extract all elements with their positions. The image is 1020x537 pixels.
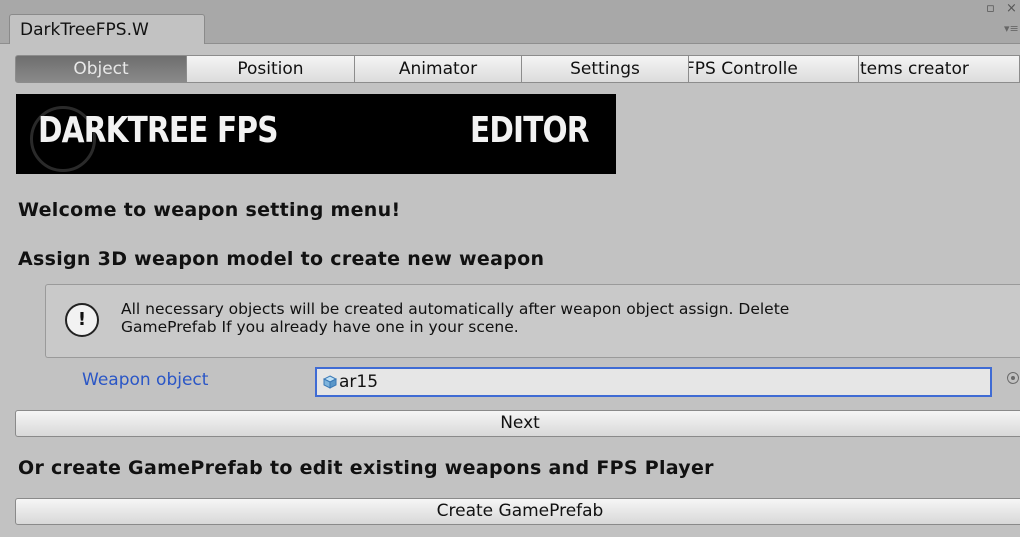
tab-label: FPS Controlle <box>689 59 798 79</box>
toolbar-tabs: Object Position Animator Settings FPS Co… <box>15 55 1020 83</box>
help-box: ! All necessary objects will be created … <box>45 284 1020 358</box>
help-line: GamePrefab If you already have one in yo… <box>121 318 519 336</box>
editor-banner: DARKTREE FPS EDITOR <box>16 94 616 174</box>
weapon-object-value: ar15 <box>339 372 379 392</box>
assign-heading: Assign 3D weapon model to create new wea… <box>18 248 545 270</box>
next-button[interactable]: Next <box>15 410 1020 437</box>
tab-label: Object <box>73 59 129 79</box>
close-icon[interactable]: × <box>1006 2 1017 16</box>
window-title-bar: DarkTreeFPS.W ▫ × ▾≡ <box>0 0 1020 44</box>
help-text: All necessary objects will be created au… <box>121 300 1011 336</box>
prefab-cube-icon <box>323 375 337 389</box>
tab-fps-controller[interactable]: FPS Controlle <box>689 55 859 83</box>
gameprefab-heading: Or create GamePrefab to edit existing we… <box>18 457 714 479</box>
help-line: All necessary objects will be created au… <box>121 300 790 318</box>
tab-items-creator[interactable]: Items creator <box>859 55 1020 83</box>
object-picker-icon[interactable] <box>1007 372 1019 384</box>
create-gameprefab-button[interactable]: Create GamePrefab <box>15 498 1020 525</box>
tab-label: Settings <box>570 59 640 79</box>
weapon-object-field[interactable]: ar15 <box>315 367 992 397</box>
context-menu-icon[interactable]: ▾≡ <box>1004 22 1019 36</box>
window-tab-title: DarkTreeFPS.W <box>20 20 149 40</box>
banner-subtitle: EDITOR <box>470 110 590 151</box>
weapon-object-label: Weapon object <box>82 370 209 390</box>
tab-label: Items creator <box>859 59 969 79</box>
banner-title: DARKTREE FPS <box>38 110 278 151</box>
tab-position[interactable]: Position <box>187 55 355 83</box>
welcome-heading: Welcome to weapon setting menu! <box>18 199 401 221</box>
tab-object[interactable]: Object <box>15 55 187 83</box>
info-icon: ! <box>65 303 99 337</box>
tab-label: Position <box>237 59 304 79</box>
tab-animator[interactable]: Animator <box>355 55 522 83</box>
maximize-icon[interactable]: ▫ <box>986 2 995 16</box>
tab-settings[interactable]: Settings <box>522 55 689 83</box>
tab-label: Animator <box>398 59 478 79</box>
window-tab[interactable]: DarkTreeFPS.W <box>9 14 205 44</box>
